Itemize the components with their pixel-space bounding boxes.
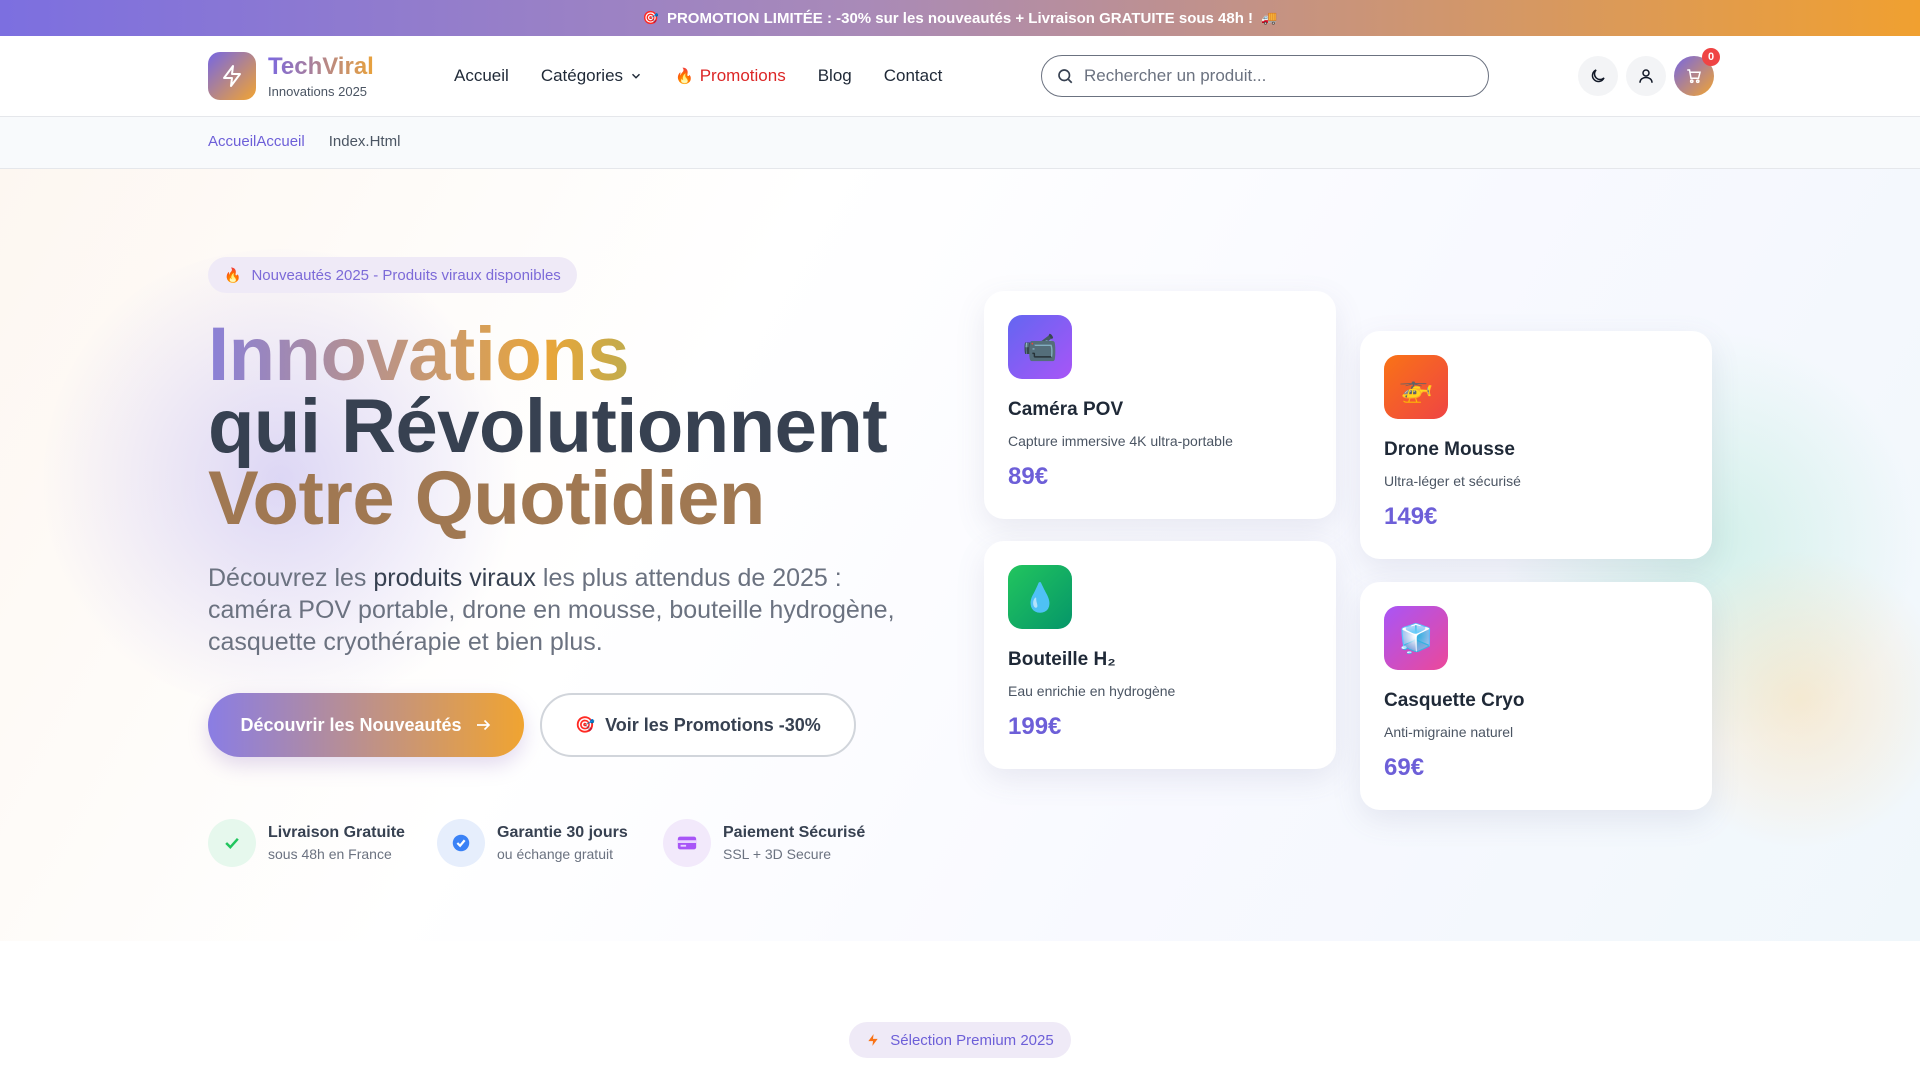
hero-desc-before: Découvrez les [208,564,374,592]
nav-contact[interactable]: Contact [884,66,943,86]
product-description: Anti-migraine naturel [1384,724,1514,740]
ice-cube-icon: 🧊 [1384,606,1448,670]
product-card-drone[interactable]: 🚁 Drone Mousse Ultra-léger et sécurisé 1… [1360,331,1712,559]
search-box[interactable] [1041,55,1489,97]
section-badge-text: Sélection Premium 2025 [890,1031,1054,1049]
discover-button-label: Découvrir les Nouveautés [240,714,462,735]
nav-promotions[interactable]: 🔥 Promotions [675,66,786,86]
promo-bar: 🎯 PROMOTION LIMITÉE : -30% sur les nouve… [0,0,1920,36]
hero-badge-text: Nouveautés 2025 - Produits viraux dispon… [251,266,561,284]
product-price: 89€ [1008,463,1049,490]
nav-categories-label: Catégories [540,66,624,85]
lightning-icon [868,1034,878,1046]
product-card-cap[interactable]: 🧊 Casquette Cryo Anti-migraine naturel 6… [1360,582,1712,810]
chevron-down-icon [632,73,641,79]
feature-title: Livraison Gratuite [268,824,405,841]
moon-icon [1591,69,1605,83]
product-price: 69€ [1384,754,1425,781]
brand-tagline: Innovations 2025 [268,84,368,99]
discover-button[interactable]: Découvrir les Nouveautés [208,693,524,757]
hero-section: 🔥 Nouveautés 2025 - Produits viraux disp… [0,169,1920,941]
feature-payment: Paiement Sécurisé SSL + 3D Secure [663,819,865,867]
product-card-bottle[interactable]: 💧 Bouteille H₂ Eau enrichie en hydrogène… [984,541,1336,769]
section-badge: Sélection Premium 2025 [849,1022,1071,1058]
breadcrumb: AccueilAccueil Index.Html [208,133,400,150]
feature-subtitle: ou échange gratuit [497,846,613,862]
feature-shipping: Livraison Gratuite sous 48h en France [208,819,405,867]
hero-title-line3: Votre Quotidien [208,456,765,541]
product-description: Ultra-léger et sécurisé [1384,473,1521,489]
logo[interactable] [208,52,256,100]
promo-text: PROMOTION LIMITÉE : -30% sur les nouveau… [666,9,1254,27]
promotions-button-label: Voir les Promotions -30% [605,714,821,735]
hero-title-line2: qui Révolutionnent [208,384,888,469]
breadcrumb-bar: AccueilAccueil Index.Html [0,117,1920,169]
target-icon: 🎯 [642,10,659,25]
check-icon [208,819,256,867]
nav-categories[interactable]: Catégories [541,66,643,86]
arrow-right-icon [476,719,490,731]
site-header: TechViral Innovations 2025 Accueil Catég… [0,36,1920,117]
nav-blog[interactable]: Blog [818,66,852,86]
lightning-icon [223,65,241,87]
product-name: Casquette Cryo [1384,690,1525,711]
credit-card-icon [663,819,711,867]
promotions-button[interactable]: 🎯 Voir les Promotions -30% [540,693,856,757]
dark-mode-toggle[interactable] [1578,56,1618,96]
product-card-camera[interactable]: 📹 Caméra POV Capture immersive 4K ultra-… [984,291,1336,519]
feature-subtitle: SSL + 3D Secure [723,846,832,862]
product-price: 199€ [1008,713,1062,740]
hero-description: Découvrez les produits viraux les plus a… [208,562,928,658]
product-description: Capture immersive 4K ultra-portable [1008,433,1233,449]
droplet-icon: 💧 [1008,565,1072,629]
product-name: Drone Mousse [1384,439,1515,460]
target-icon: 🎯 [575,717,596,734]
main-nav: Accueil Catégories 🔥 Promotions Blog Con… [454,36,942,116]
fire-icon: 🔥 [224,266,242,283]
feature-title: Garantie 30 jours [497,824,628,841]
hero-title: Innovations qui Révolutionnent Votre Quo… [208,317,888,541]
brand-name[interactable]: TechViral [268,53,374,81]
product-name: Bouteille H₂ [1008,649,1116,670]
nav-promotions-label: Promotions [699,66,786,85]
hero-badge: 🔥 Nouveautés 2025 - Produits viraux disp… [208,257,577,293]
truck-icon: 🚚 [1261,10,1278,25]
cart-icon [1687,69,1701,84]
breadcrumb-current: Index.Html [328,133,401,150]
feature-title: Paiement Sécurisé [723,824,866,841]
fire-icon: 🔥 [675,68,694,85]
cart-count-badge: 0 [1702,48,1720,66]
cart-button[interactable]: 0 [1674,48,1720,96]
breadcrumb-home[interactable]: AccueilAccueil [208,133,305,150]
camera-icon: 📹 [1008,315,1072,379]
nav-home[interactable]: Accueil [454,66,509,86]
product-price: 149€ [1384,503,1438,530]
shield-check-icon [437,819,485,867]
hero-title-line1: Innovations [208,317,887,393]
search-input[interactable] [1084,66,1464,86]
product-name: Caméra POV [1008,399,1124,420]
user-icon [1639,69,1653,83]
feature-warranty: Garantie 30 jours ou échange gratuit [437,819,628,867]
search-icon [1058,69,1073,84]
hero-desc-highlight: produits viraux [373,564,536,592]
feature-subtitle: sous 48h en France [268,846,392,862]
product-description: Eau enrichie en hydrogène [1008,683,1176,699]
account-button[interactable] [1626,56,1666,96]
helicopter-icon: 🚁 [1384,355,1448,419]
